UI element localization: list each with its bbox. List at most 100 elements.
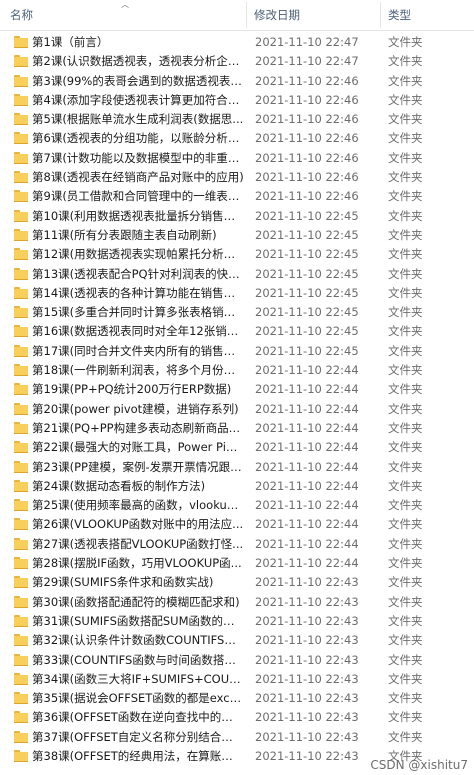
folder-icon (14, 537, 28, 550)
column-header-date[interactable]: 修改日期 (254, 0, 300, 30)
file-row[interactable]: 第36课(OFFSET函数在逆向查找中的妙用) 2021-11-10 22:43 文… (0, 708, 474, 727)
file-type: 文件夹 (388, 382, 423, 397)
file-date: 2021-11-10 22:43 (255, 633, 359, 648)
file-name: 第25课(使用频率最高的函数，vlookup... (32, 498, 244, 513)
file-row[interactable]: 第21课(PQ+PP构建多表动态刷新商品销... 2021-11-10 22:44… (0, 419, 474, 438)
file-name: 第19课(PP+PQ统计200万行ERP数据) (32, 382, 232, 397)
file-date: 2021-11-10 22:45 (255, 285, 359, 300)
file-row[interactable]: 第30课(函数搭配通配符的模糊匹配求和) 2021-11-10 22:43 文件夹 (0, 593, 474, 612)
folder-icon (14, 267, 28, 280)
file-date: 2021-11-10 22:45 (255, 208, 359, 223)
file-name: 第29课(SUMIFS条件求和函数实战) (32, 575, 214, 590)
file-date: 2021-11-10 22:44 (255, 420, 359, 435)
file-date: 2021-11-10 22:46 (255, 170, 359, 185)
file-type: 文件夹 (388, 517, 423, 532)
file-row[interactable]: 第8课(透视表在经销商产品对账中的应用) 2021-11-10 22:46 文件夹 (0, 168, 474, 187)
folder-icon (14, 190, 28, 203)
column-divider[interactable] (246, 2, 247, 28)
file-row[interactable]: 第27课(透视表搭配VLOOKUP函数打怪... 2021-11-10 22:44… (0, 535, 474, 554)
file-type: 文件夹 (388, 305, 423, 320)
file-name: 第6课(透视表的分组功能，以账龄分析为... (32, 131, 244, 146)
file-row[interactable]: 第18课(一件刷新利润表，将多个月份的... 2021-11-10 22:44 文件… (0, 361, 474, 380)
file-row[interactable]: 第25课(使用频率最高的函数，vlookup... 2021-11-10 22:4… (0, 496, 474, 515)
file-date: 2021-11-10 22:45 (255, 343, 359, 358)
watermark: CSDN @xishitu7 (370, 758, 468, 772)
folder-icon (14, 595, 28, 608)
file-row[interactable]: 第19课(PP+PQ统计200万行ERP数据) 2021-11-10 22:44 文… (0, 380, 474, 399)
file-row[interactable]: 第12课(用数据透视表实现帕累托分析。... 2021-11-10 22:45 文件… (0, 245, 474, 264)
file-type: 文件夹 (388, 691, 423, 706)
column-header-type[interactable]: 类型 (388, 0, 411, 30)
file-row[interactable]: 第33课(COUNTIFS函数与时间函数搭配... 2021-11-10 22:4… (0, 651, 474, 670)
file-name: 第10课(利用数据透视表批量拆分销售总表) (32, 208, 244, 223)
sort-up-arrow-icon[interactable]: ︿ (121, 1, 129, 9)
file-name: 第12课(用数据透视表实现帕累托分析。... (32, 247, 244, 262)
file-row[interactable]: 第28课(摆脱IF函数，巧用VLOOKUP函... 2021-11-10 22:4… (0, 554, 474, 573)
file-row[interactable]: 第20课(power pivot建模，进销存系列) 2021-11-10 22:4… (0, 400, 474, 419)
file-row[interactable]: 第26课(VLOOKUP函数对账中的用法应... 2021-11-10 22:44… (0, 515, 474, 534)
file-name: 第14课(透视表的各种计算功能在销售明... (32, 285, 244, 300)
file-row[interactable]: 第11课(所有分表跟随主表自动刷新) 2021-11-10 22:45 文件夹 (0, 226, 474, 245)
file-row[interactable]: 第22课(最强大的对账工具，Power Pivo... 2021-11-10 22… (0, 438, 474, 457)
folder-icon (14, 55, 28, 68)
file-row[interactable]: 第37课(OFFSET自定义名称分别结合数据... 2021-11-10 22:4… (0, 728, 474, 747)
file-date: 2021-11-10 22:46 (255, 73, 359, 88)
file-row[interactable]: 第14课(透视表的各种计算功能在销售明... 2021-11-10 22:45 文件… (0, 284, 474, 303)
file-date: 2021-11-10 22:44 (255, 556, 359, 571)
file-type: 文件夹 (388, 170, 423, 185)
file-date: 2021-11-10 22:44 (255, 382, 359, 397)
file-name: 第38课(OFFSET的经典用法，在算账龄超... (32, 748, 244, 763)
file-row[interactable]: 第34课(函数三大将IF+SUMIFS+COUN... 2021-11-10 22… (0, 670, 474, 689)
file-type: 文件夹 (388, 594, 423, 609)
column-header-name[interactable]: 名称 (10, 0, 33, 30)
folder-icon (14, 692, 28, 705)
file-type: 文件夹 (388, 729, 423, 744)
file-type: 文件夹 (388, 324, 423, 339)
folder-icon (14, 93, 28, 106)
file-row[interactable]: 第3课(99%的表哥会遇到的数据透视表问... 2021-11-10 22:46 文… (0, 72, 474, 91)
column-divider[interactable] (380, 2, 381, 28)
file-row[interactable]: 第16课(数据透视表同时对全年12张销售... 2021-11-10 22:45 文… (0, 322, 474, 341)
folder-icon (14, 672, 28, 685)
folder-icon (14, 402, 28, 415)
file-name: 第33课(COUNTIFS函数与时间函数搭配... (32, 652, 244, 667)
file-row[interactable]: 第32课(认识条件计数函数COUNTIFS函... 2021-11-10 22:4… (0, 631, 474, 650)
file-row[interactable]: 第15课(多重合并同时计算多张表格销售... 2021-11-10 22:45 文件… (0, 303, 474, 322)
file-type: 文件夹 (388, 131, 423, 146)
file-type: 文件夹 (388, 266, 423, 281)
file-row[interactable]: 第23课(PP建模，案例-发票开票情况跟踪... 2021-11-10 22:44… (0, 458, 474, 477)
file-date: 2021-11-10 22:44 (255, 536, 359, 551)
file-date: 2021-11-10 22:44 (255, 498, 359, 513)
file-row[interactable]: 第24课(数据动态看板的制作方法) 2021-11-10 22:44 文件夹 (0, 477, 474, 496)
file-type: 文件夹 (388, 401, 423, 416)
file-name: 第1课（前言） (32, 35, 109, 49)
file-row[interactable]: 第4课(添加字段使透视表计算更加符合业... 2021-11-10 22:46 文件… (0, 91, 474, 110)
file-name: 第26课(VLOOKUP函数对账中的用法应... (32, 517, 244, 532)
folder-icon (14, 518, 28, 531)
file-name: 第2课(认识数据透视表，透视表分析企业... (32, 54, 244, 69)
file-name: 第16课(数据透视表同时对全年12张销售... (32, 324, 244, 339)
file-row[interactable]: 第7课(计数功能以及数据模型中的非重复... 2021-11-10 22:46 文件… (0, 149, 474, 168)
file-name: 第31课(SUMIFS函数搭配SUM函数的多... (32, 613, 244, 628)
file-row[interactable]: 第6课(透视表的分组功能，以账龄分析为... 2021-11-10 22:46 文件… (0, 129, 474, 148)
folder-icon (14, 557, 28, 570)
file-type: 文件夹 (388, 613, 423, 628)
folder-icon (14, 634, 28, 647)
file-row[interactable]: 第35课(据说会OFFSET函数的都是excel... 2021-11-10 22… (0, 689, 474, 708)
file-date: 2021-11-10 22:43 (255, 748, 359, 763)
file-row[interactable]: 第29课(SUMIFS条件求和函数实战) 2021-11-10 22:43 文件夹 (0, 573, 474, 592)
file-row[interactable]: 第17课(同时合并文件夹内所有的销售数... 2021-11-10 22:45 文件… (0, 342, 474, 361)
file-row[interactable]: 第31课(SUMIFS函数搭配SUM函数的多... 2021-11-10 22:4… (0, 612, 474, 631)
file-date: 2021-11-10 22:46 (255, 131, 359, 146)
file-row[interactable]: 第1课（前言） 2021-11-10 22:47 文件夹 (0, 33, 474, 52)
file-row[interactable]: 第9课(员工借款和合同管理中的一维表、... 2021-11-10 22:46 文件… (0, 187, 474, 206)
folder-icon (14, 344, 28, 357)
file-date: 2021-11-10 22:46 (255, 92, 359, 107)
file-date: 2021-11-10 22:44 (255, 363, 359, 378)
file-row[interactable]: 第13课(透视表配合PQ针对利润表的快速... 2021-11-10 22:45 文… (0, 265, 474, 284)
file-date: 2021-11-10 22:44 (255, 401, 359, 416)
file-type: 文件夹 (388, 556, 423, 571)
file-row[interactable]: 第2课(认识数据透视表，透视表分析企业... 2021-11-10 22:47 文件… (0, 52, 474, 71)
file-row[interactable]: 第10课(利用数据透视表批量拆分销售总表) 2021-11-10 22:45 文件夹 (0, 207, 474, 226)
file-row[interactable]: 第5课(根据账单流水生成利润表(数据思... 2021-11-10 22:46 文件… (0, 110, 474, 129)
